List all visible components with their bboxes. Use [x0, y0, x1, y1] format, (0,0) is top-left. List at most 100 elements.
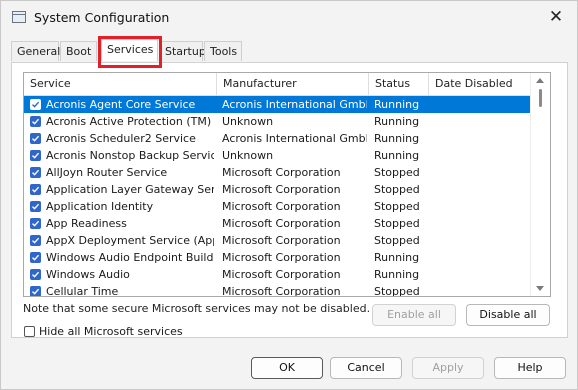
checkbox-box[interactable] [24, 326, 35, 337]
table-row[interactable]: AppX Deployment Service (AppX... Microsof… [24, 232, 532, 249]
scroll-down-arrow-icon[interactable] [536, 286, 544, 291]
row-checkbox[interactable] [30, 218, 41, 229]
row-checkbox[interactable] [30, 133, 41, 144]
table-row[interactable]: AllJoyn Router Service Microsoft Corporat… [24, 164, 532, 181]
table-header: Service Manufacturer Status Date Disable… [24, 73, 550, 96]
cell-service: App Readiness [46, 217, 127, 230]
services-table[interactable]: Service Manufacturer Status Date Disable… [23, 72, 551, 297]
scroll-up-arrow-icon[interactable] [536, 78, 544, 83]
secure-services-note: Note that some secure Microsoft services… [23, 302, 371, 315]
cell-status: Stopped [374, 166, 420, 179]
vertical-scrollbar[interactable] [530, 73, 550, 296]
cell-service: Windows Audio [46, 268, 130, 281]
cell-date-disabled [434, 249, 529, 266]
cell-date-disabled [434, 164, 529, 181]
table-row[interactable]: Application Identity Microsoft Corporatio… [24, 198, 532, 215]
hide-ms-services-label: Hide all Microsoft services [39, 325, 183, 338]
cell-service: Application Identity [46, 200, 154, 213]
row-checkbox[interactable] [30, 201, 41, 212]
row-checkbox[interactable] [30, 184, 41, 195]
cell-service: Acronis Agent Core Service [46, 98, 196, 111]
cell-manufacturer: Unknown [222, 115, 274, 128]
cell-date-disabled [434, 96, 529, 113]
disable-all-button[interactable]: Disable all [466, 304, 550, 326]
tab-startup[interactable]: Startup [159, 41, 206, 61]
column-header-service[interactable]: Service [24, 73, 217, 95]
cell-status: Stopped [374, 217, 420, 230]
tab-boot[interactable]: Boot [60, 41, 97, 61]
cell-manufacturer: Microsoft Corporation [222, 217, 341, 230]
row-checkbox[interactable] [30, 286, 41, 296]
table-row[interactable]: Windows Audio Endpoint Builder Microsoft … [24, 249, 532, 266]
cell-service: AllJoyn Router Service [46, 166, 168, 179]
cell-status: Stopped [374, 200, 420, 213]
table-row[interactable]: Acronis Nonstop Backup Service Unknown Run… [24, 147, 532, 164]
table-row[interactable]: Acronis Active Protection (TM) S... Unkno… [24, 113, 532, 130]
cancel-button[interactable]: Cancel [330, 357, 402, 379]
cell-date-disabled [434, 198, 529, 215]
row-checkbox[interactable] [30, 116, 41, 127]
apply-button[interactable]: Apply [412, 357, 484, 379]
cell-manufacturer: Microsoft Corporation [222, 200, 341, 213]
enable-all-button[interactable]: Enable all [372, 304, 456, 326]
system-configuration-window: System Configuration ✕ General Boot Serv… [0, 0, 578, 390]
row-checkbox[interactable] [30, 167, 41, 178]
cell-service: Application Layer Gateway Service [46, 183, 214, 196]
ok-button[interactable]: OK [251, 357, 323, 379]
cell-manufacturer: Microsoft Corporation [222, 183, 341, 196]
cell-date-disabled [434, 283, 529, 296]
close-icon[interactable]: ✕ [545, 6, 567, 28]
cell-status: Running [374, 98, 420, 111]
cell-manufacturer: Unknown [222, 149, 274, 162]
cell-status: Running [374, 115, 420, 128]
cell-service: Acronis Nonstop Backup Service [46, 149, 214, 162]
row-checkbox[interactable] [30, 252, 41, 263]
table-row[interactable]: Cellular Time Microsoft Corporation Stoppe… [24, 283, 532, 297]
column-header-manufacturer[interactable]: Manufacturer [217, 73, 369, 95]
cell-manufacturer: Microsoft Corporation [222, 234, 341, 247]
cell-date-disabled [434, 266, 529, 283]
cell-service: Cellular Time [46, 285, 119, 297]
column-header-status[interactable]: Status [369, 73, 429, 95]
row-checkbox[interactable] [30, 235, 41, 246]
cell-service: Acronis Scheduler2 Service [46, 132, 196, 145]
cell-service: AppX Deployment Service (AppX... [46, 234, 214, 247]
row-checkbox[interactable] [30, 269, 41, 280]
column-header-date-disabled[interactable]: Date Disabled [429, 73, 532, 95]
cell-date-disabled [434, 113, 529, 130]
cell-date-disabled [434, 232, 529, 249]
cell-status: Stopped [374, 183, 420, 196]
cell-status: Stopped [374, 285, 420, 297]
table-row[interactable]: Acronis Scheduler2 Service Acronis Intern… [24, 130, 532, 147]
cell-date-disabled [434, 130, 529, 147]
cell-date-disabled [434, 215, 529, 232]
cell-status: Running [374, 132, 420, 145]
tab-tools[interactable]: Tools [204, 41, 242, 61]
cell-manufacturer: Microsoft Corporation [222, 268, 341, 281]
cell-date-disabled [434, 147, 529, 164]
title-bar: System Configuration ✕ [1, 1, 577, 35]
app-window-icon [12, 11, 26, 23]
cell-status: Running [374, 149, 420, 162]
cell-date-disabled [434, 181, 529, 198]
cell-manufacturer: Microsoft Corporation [222, 251, 341, 264]
cell-service: Acronis Active Protection (TM) S... [46, 115, 214, 128]
tab-general[interactable]: General [11, 41, 60, 61]
cell-manufacturer: Acronis International GmbH [222, 132, 367, 145]
cell-service: Windows Audio Endpoint Builder [46, 251, 214, 264]
tab-highlight-box [98, 36, 162, 68]
window-title: System Configuration [34, 10, 170, 25]
row-checkbox[interactable] [30, 99, 41, 110]
cell-status: Stopped [374, 234, 420, 247]
cell-manufacturer: Microsoft Corporation [222, 166, 341, 179]
scroll-thumb[interactable] [539, 89, 542, 107]
table-row[interactable]: App Readiness Microsoft Corporation Stoppe… [24, 215, 532, 232]
table-row[interactable]: Acronis Agent Core Service Acronis Intern… [24, 96, 532, 113]
row-checkbox[interactable] [30, 150, 41, 161]
cell-status: Running [374, 251, 420, 264]
table-row[interactable]: Application Layer Gateway Service Microso… [24, 181, 532, 198]
help-button[interactable]: Help [494, 357, 566, 379]
table-row[interactable]: Windows Audio Microsoft Corporation Runnin… [24, 266, 532, 283]
cell-manufacturer: Acronis International GmbH [222, 98, 367, 111]
cell-manufacturer: Microsoft Corporation [222, 285, 341, 297]
